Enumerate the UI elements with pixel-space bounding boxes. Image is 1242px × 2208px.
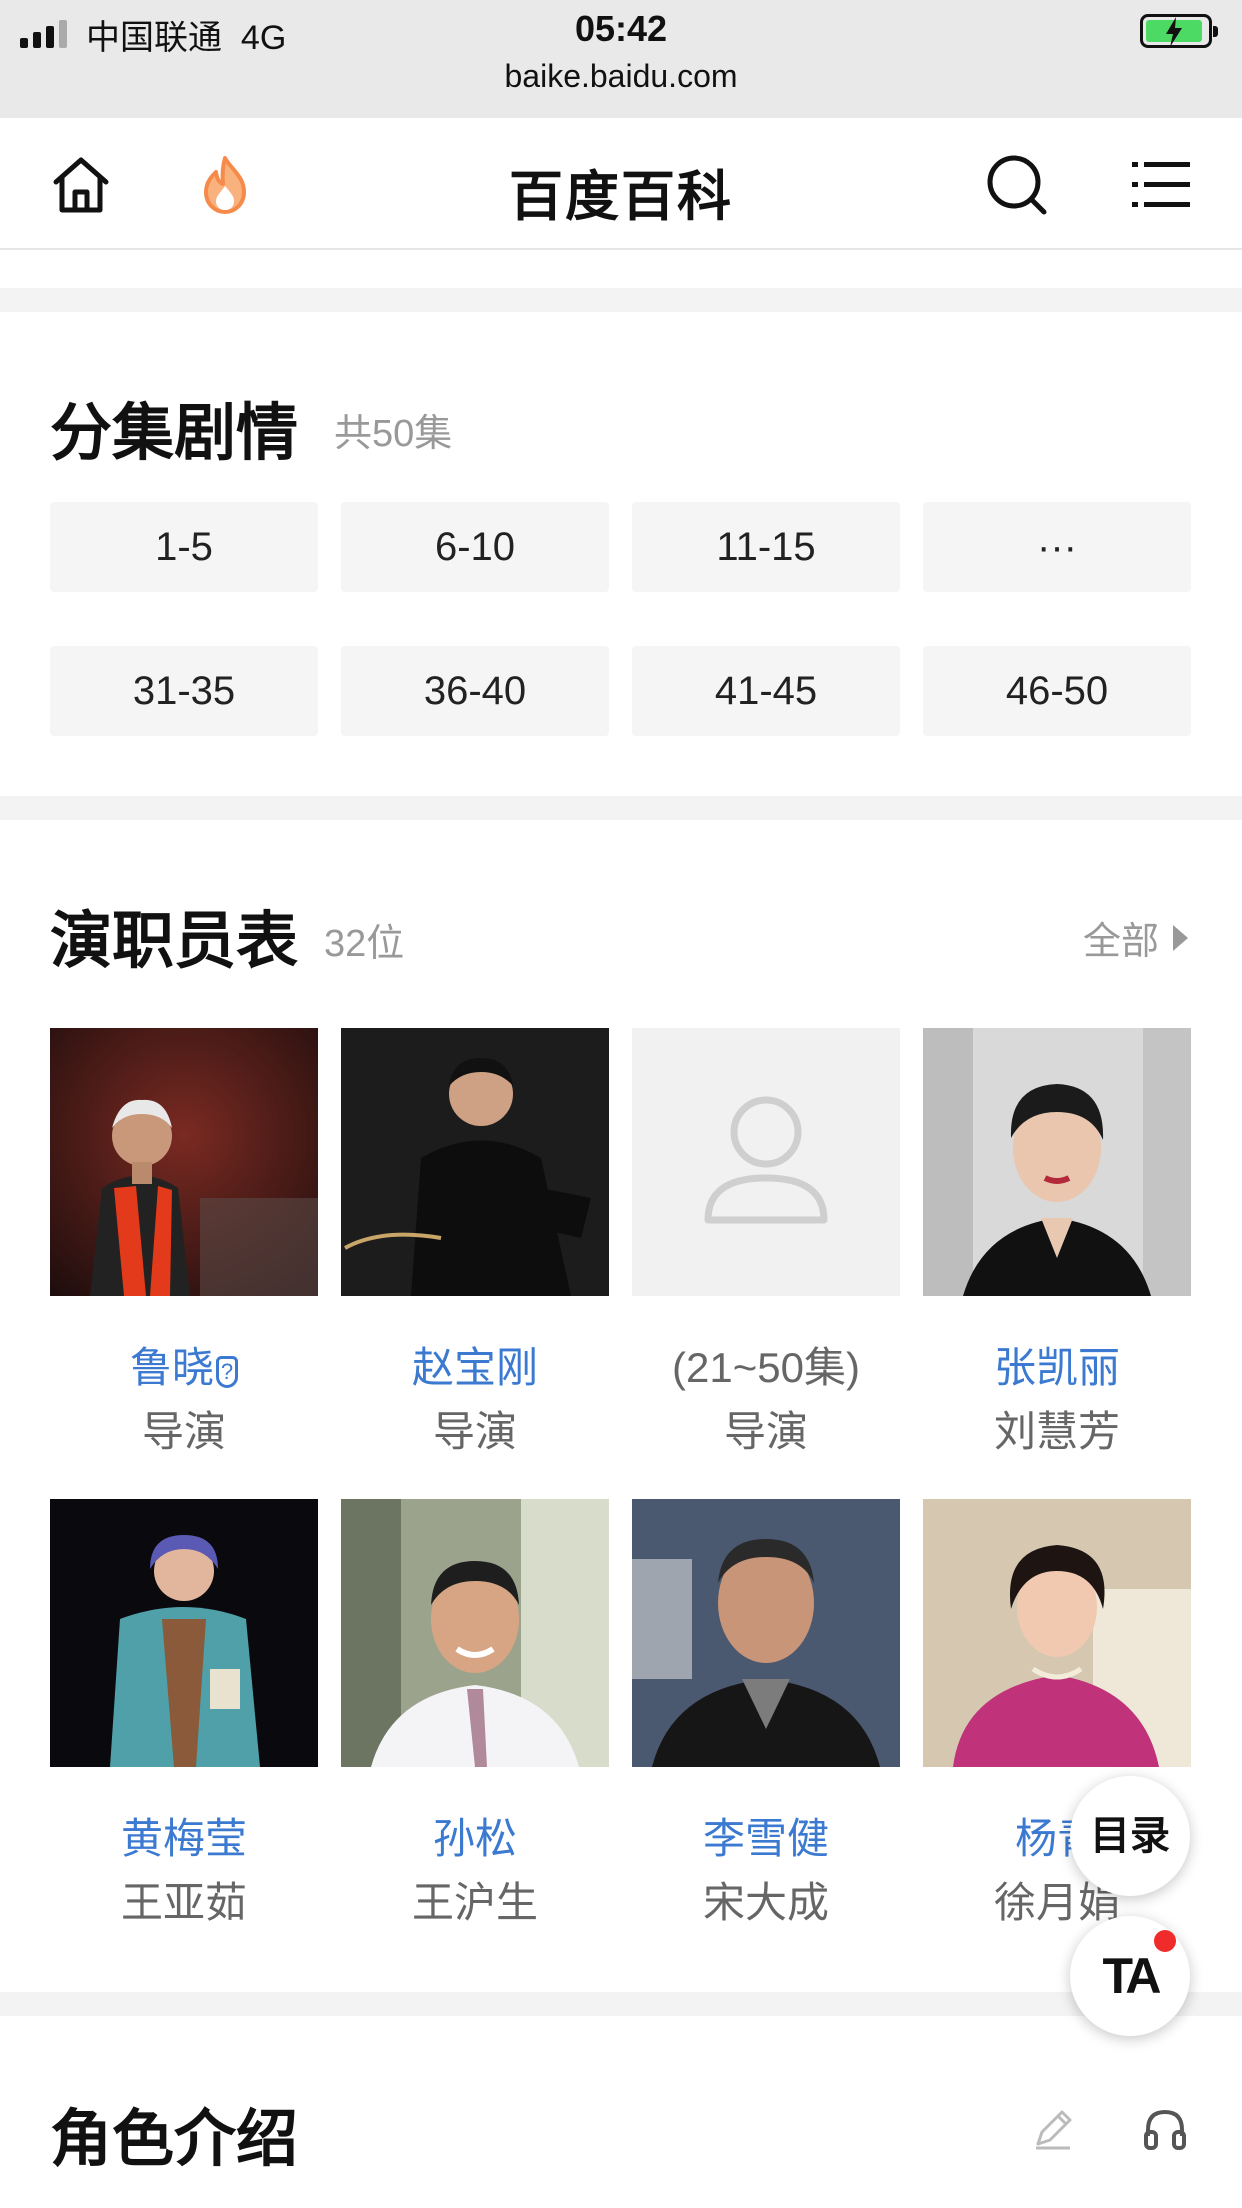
notification-dot	[1154, 1930, 1176, 1952]
episode-button[interactable]: 36-40	[341, 646, 609, 736]
cast-card[interactable]: 黄梅莹 王亚茹	[50, 1499, 318, 1926]
cast-name[interactable]: 李雪健	[632, 1805, 900, 1866]
toc-button[interactable]: 目录	[1070, 1776, 1190, 1896]
avatar-placeholder	[632, 1028, 900, 1296]
cast-card[interactable]: 赵宝刚 导演	[341, 1028, 609, 1455]
avatar	[341, 1028, 609, 1296]
section-divider	[0, 288, 1242, 312]
question-badge-icon[interactable]: ?	[216, 1356, 238, 1388]
status-bar: 中国联通 4G 05:42 baike.baidu.com	[0, 0, 1242, 118]
menu-icon[interactable]	[1128, 152, 1194, 218]
cast-name: (21~50集)	[672, 1344, 860, 1391]
edit-pencil-icon[interactable]	[1028, 2104, 1078, 2154]
page-title: 百度百科	[509, 167, 733, 227]
chevron-right-icon	[1173, 924, 1188, 951]
episode-button[interactable]: 11-15	[632, 502, 900, 592]
cast-all-link[interactable]: 全部	[1083, 910, 1188, 965]
avatar	[50, 1028, 318, 1296]
ta-button[interactable]: TA	[1070, 1916, 1190, 2036]
cast-card[interactable]: 孙松 王沪生	[341, 1499, 609, 1926]
avatar	[50, 1499, 318, 1767]
url-bar[interactable]: baike.baidu.com	[0, 58, 1242, 95]
cast-card[interactable]: (21~50集) 导演	[632, 1028, 900, 1455]
episode-more-button[interactable]: ···	[923, 502, 1191, 592]
episode-button[interactable]: 31-35	[50, 646, 318, 736]
avatar	[632, 1499, 900, 1767]
cast-role: 刘慧芳	[993, 1408, 1120, 1455]
cast-card[interactable]: 张凯丽 刘慧芳	[923, 1028, 1191, 1455]
episodes-count: 共50集	[334, 413, 453, 455]
cast-name[interactable]: 黄梅莹	[50, 1805, 318, 1866]
episode-button[interactable]: 46-50	[923, 646, 1191, 736]
cast-name[interactable]: 张凯丽	[923, 1334, 1191, 1395]
cast-card[interactable]: 鲁晓? 导演	[50, 1028, 318, 1455]
cast-card[interactable]: 杨青 徐月娟	[923, 1499, 1191, 1926]
episode-button[interactable]: 1-5	[50, 502, 318, 592]
cast-role: 宋大成	[702, 1879, 829, 1926]
cast-role: 导演	[723, 1408, 808, 1455]
cast-name[interactable]: 孙松	[341, 1805, 609, 1866]
cast-card[interactable]: 李雪健 宋大成	[632, 1499, 900, 1926]
top-nav: 百度百科	[0, 118, 1242, 250]
cast-name[interactable]: 鲁晓?	[50, 1334, 318, 1395]
cast-title: 演职员表	[50, 907, 299, 976]
headphones-icon[interactable]	[1140, 2104, 1190, 2154]
person-icon	[704, 1096, 828, 1224]
search-icon[interactable]	[984, 152, 1050, 218]
ta-label: TA	[1102, 1948, 1162, 2004]
cast-count: 32位	[324, 923, 405, 965]
avatar	[923, 1028, 1191, 1296]
episode-button[interactable]: 41-45	[632, 646, 900, 736]
cast-name[interactable]: 赵宝刚	[341, 1334, 609, 1395]
section-divider	[0, 1992, 1242, 2016]
avatar	[923, 1499, 1191, 1767]
episode-button[interactable]: 6-10	[341, 502, 609, 592]
battery-icon	[1140, 14, 1218, 48]
cast-role: 导演	[432, 1408, 517, 1455]
roles-title: 角色介绍	[50, 2105, 299, 2174]
cast-all-label: 全部	[1082, 921, 1159, 963]
avatar	[341, 1499, 609, 1767]
episodes-title: 分集剧情	[50, 399, 299, 468]
cast-role: 王亚茹	[120, 1879, 247, 1926]
cast-role: 导演	[141, 1408, 226, 1455]
cast-role: 王沪生	[411, 1879, 538, 1926]
section-divider	[0, 796, 1242, 820]
clock: 05:42	[574, 8, 668, 49]
